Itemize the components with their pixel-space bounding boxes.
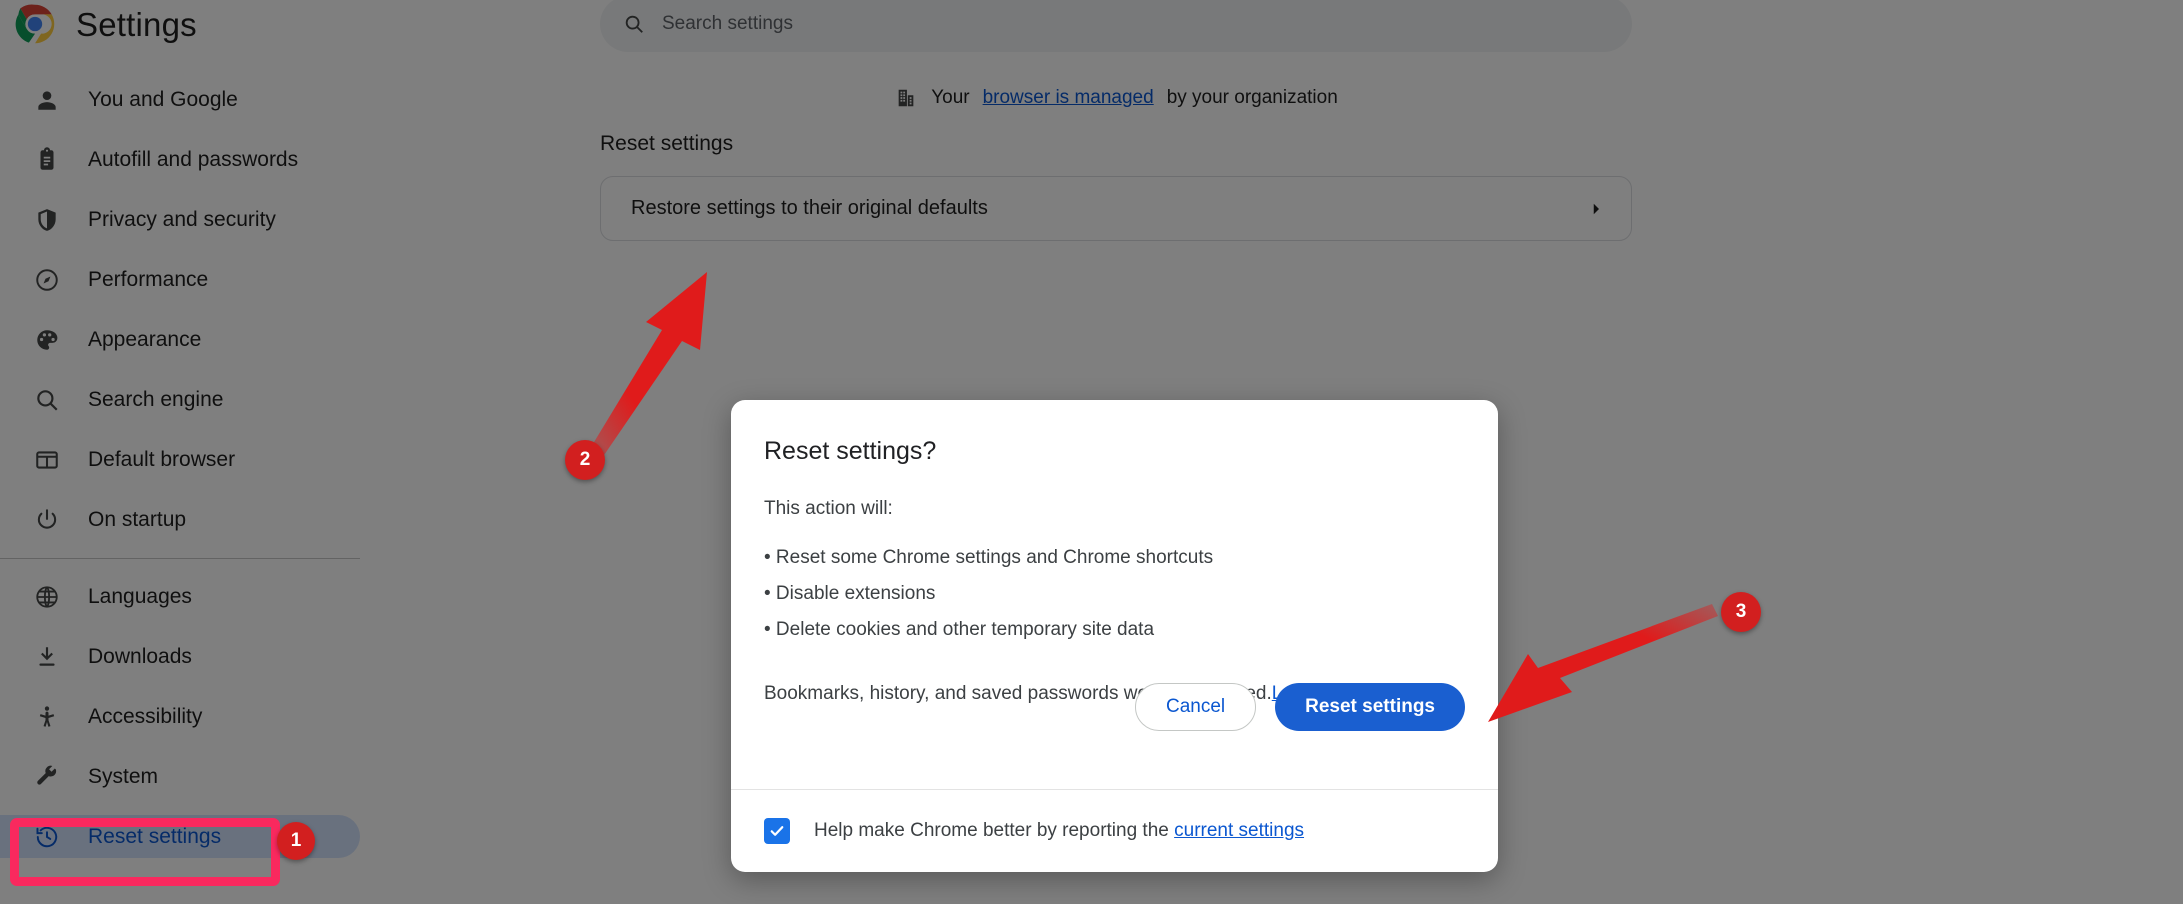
current-settings-link[interactable]: current settings	[1174, 820, 1304, 841]
dialog-footer-label: Help make Chrome better by reporting the…	[814, 820, 1304, 842]
report-settings-checkbox[interactable]	[764, 818, 790, 844]
dialog-footer-text: Help make Chrome better by reporting the	[814, 820, 1175, 841]
dialog-title: Reset settings?	[764, 437, 937, 465]
dialog-body: Reset settings? This action will: • Rese…	[731, 400, 1498, 705]
check-icon	[770, 826, 784, 836]
highlight-box-reset-settings	[10, 818, 280, 886]
reset-settings-dialog: Reset settings? This action will: • Rese…	[731, 400, 1498, 872]
reset-settings-button[interactable]: Reset settings	[1275, 683, 1465, 731]
annotation-marker-2: 2	[565, 440, 605, 480]
annotation-marker-3: 3	[1721, 592, 1761, 632]
list-item: • Reset some Chrome settings and Chrome …	[764, 547, 1214, 568]
dialog-footer: Help make Chrome better by reporting the…	[731, 789, 1498, 872]
dialog-actions: Cancel Reset settings	[731, 683, 1498, 731]
list-item: • Disable extensions	[764, 582, 936, 604]
cancel-button[interactable]: Cancel	[1134, 683, 1257, 731]
annotation-marker-1: 1	[277, 822, 315, 860]
dialog-bullet-list: • Reset some Chrome settings and Chrome …	[764, 547, 1465, 641]
list-item: • Delete cookies and other temporary sit…	[764, 618, 1155, 640]
dialog-lead-text: This action will:	[764, 498, 893, 519]
